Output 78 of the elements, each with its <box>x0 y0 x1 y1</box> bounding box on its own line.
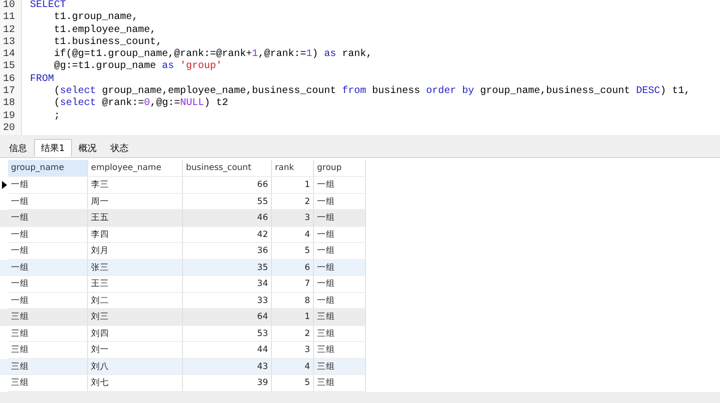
table-cell: 一组 <box>8 177 88 194</box>
code-line: if(@g=t1.group_name,@rank:=@rank+1,@rank:=1) as rank, <box>53 49 372 60</box>
table-cell: 李四 <box>88 226 183 243</box>
column-header[interactable]: group <box>314 160 366 177</box>
line-number: 16 <box>0 74 22 86</box>
table-cell: 53 <box>183 326 272 342</box>
line-number: 15 <box>0 61 22 74</box>
result-tab[interactable]: 结果1 <box>34 139 72 157</box>
table-cell: 王五 <box>88 210 183 226</box>
table-cell: 刘四 <box>88 326 183 342</box>
table-cell: 64 <box>183 309 272 326</box>
table-cell: 张三 <box>88 260 183 276</box>
table-cell: 三组 <box>8 326 88 342</box>
code-line: (select group_name,employee_name,business_count from business order by group_name,business_count DESC) t1, <box>53 86 690 98</box>
result-tab[interactable]: 状态 <box>104 139 136 157</box>
line-number: 14 <box>0 49 22 62</box>
table-cell: 李三 <box>88 177 183 194</box>
line-number: 11 <box>0 12 22 25</box>
table-cell: 三组 <box>8 309 88 326</box>
code-line: t1.business_count, <box>53 36 162 48</box>
code-line: t1.employee_name, <box>53 24 156 36</box>
table-cell: 一组 <box>8 210 88 226</box>
table-cell: 一组 <box>8 226 88 243</box>
code-line: t1.group_name, <box>53 12 138 24</box>
result-tab[interactable]: 概况 <box>72 139 104 157</box>
table-cell: 66 <box>183 177 272 194</box>
table-cell: 三组 <box>314 326 366 342</box>
table-cell: 一组 <box>314 226 366 243</box>
column-header[interactable]: rank <box>272 160 314 177</box>
table-row[interactable]: 一组 张三 35 6 一组 <box>0 260 366 276</box>
table-cell: 43 <box>183 358 272 375</box>
table-cell: 一组 <box>8 260 88 276</box>
table-cell: 一组 <box>314 260 366 276</box>
line-number: 10 <box>0 0 22 12</box>
table-cell: 1 <box>272 309 314 326</box>
line-number: 17 <box>0 86 22 98</box>
table-cell: 7 <box>272 276 314 292</box>
code-line: (select @rank:=0,@g:=NULL) t2 <box>53 98 228 111</box>
code-line: ; <box>53 110 60 123</box>
table-cell: 34 <box>183 276 272 292</box>
line-number: 18 <box>0 98 22 111</box>
table-cell: 三组 <box>8 358 88 375</box>
table-cell: 35 <box>183 260 272 276</box>
table-cell: 王三 <box>88 276 183 292</box>
table-cell: 一组 <box>314 210 366 226</box>
table-row[interactable]: 一组 李四 42 4 一组 <box>0 226 366 243</box>
line-number: 12 <box>0 24 22 37</box>
table-row[interactable]: 三组 刘三 64 1 三组 <box>0 309 366 326</box>
table-cell: 一组 <box>314 177 366 194</box>
table-cell: 1 <box>272 177 314 194</box>
column-header[interactable]: business_count <box>183 160 272 177</box>
table-cell: 刘八 <box>88 358 183 375</box>
column-header[interactable]: group_name <box>8 160 88 177</box>
table-cell: 46 <box>183 210 272 226</box>
table-row[interactable]: 三组 刘八 43 4 三组 <box>0 358 366 375</box>
table-row[interactable]: 一组 王三 34 7 一组 <box>0 276 366 292</box>
table-cell: 刘三 <box>88 309 183 326</box>
table-cell: 42 <box>183 226 272 243</box>
table-cell: 2 <box>272 326 314 342</box>
table-row[interactable]: 一组 李三 66 1 一组 <box>0 177 366 194</box>
table-row[interactable]: 一组 王五 46 3 一组 <box>0 210 366 226</box>
line-number: 13 <box>0 36 22 50</box>
line-number: 19 <box>0 110 22 123</box>
code-line: SELECT <box>29 0 66 12</box>
table-row[interactable]: 三组 刘四 53 2 三组 <box>0 326 366 342</box>
line-number: 20 <box>0 122 22 136</box>
column-header[interactable]: employee_name <box>88 160 183 177</box>
result-tab[interactable]: 信息 <box>2 139 34 157</box>
table-cell: 3 <box>272 210 314 226</box>
table-cell: 6 <box>272 260 314 276</box>
table-cell: 三组 <box>314 309 366 326</box>
table-cell: 4 <box>272 358 314 375</box>
table-cell: 4 <box>272 226 314 243</box>
table-cell: 一组 <box>314 276 366 292</box>
table-cell: 三组 <box>314 358 366 375</box>
table-cell: 一组 <box>8 276 88 292</box>
code-line: @g:=t1.group_name as 'group' <box>54 61 222 74</box>
code-line: FROM <box>29 74 54 86</box>
